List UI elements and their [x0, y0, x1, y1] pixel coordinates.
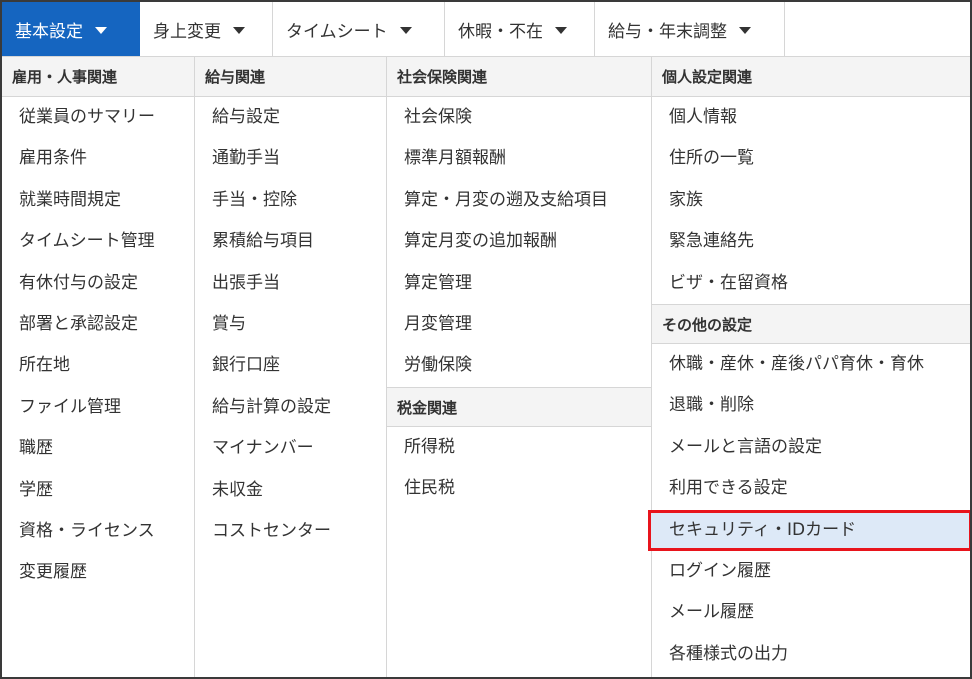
menu-item[interactable]: マイナンバー	[195, 428, 386, 469]
menu-item[interactable]: 各種様式の出力	[652, 634, 970, 675]
chevron-down-icon	[399, 27, 412, 34]
column-personal-settings: 個人設定関連 個人情報 住所の一覧 家族 緊急連絡先 ビザ・在留資格 その他の設…	[648, 57, 970, 677]
chevron-down-icon	[739, 27, 751, 34]
section-header: その他の設定	[652, 303, 970, 344]
menu-item[interactable]: 手当・控除	[195, 180, 386, 221]
menu-item[interactable]: 給与設定	[195, 97, 386, 138]
tab-label: 身上変更	[153, 21, 221, 42]
section-header: 給与関連	[195, 57, 386, 97]
section-header: 個人設定関連	[652, 57, 970, 97]
menu-item[interactable]: 職歴	[2, 428, 194, 469]
menu-item[interactable]: メール履歴	[652, 592, 970, 633]
column-social-insurance: 社会保険関連 社会保険 標準月額報酬 算定・月変の遡及支給項目 算定月変の追加報…	[387, 57, 652, 677]
column-payroll: 給与関連 給与設定 通勤手当 手当・控除 累積給与項目 出張手当 賞与 銀行口座…	[195, 57, 387, 677]
menu-item[interactable]: 給与計算の設定	[195, 387, 386, 428]
menu-item[interactable]: 出張手当	[195, 263, 386, 304]
tab-label: タイムシート	[286, 21, 388, 42]
menu-item[interactable]: 休職・産休・産後パパ育休・育休	[652, 344, 970, 385]
menu-item[interactable]: 資格・ライセンス	[2, 511, 194, 552]
menu-item[interactable]: 標準月額報酬	[387, 138, 651, 179]
menu-item[interactable]: 算定月変の追加報酬	[387, 221, 651, 262]
menu-item[interactable]: 通勤手当	[195, 138, 386, 179]
top-nav: 基本設定 身上変更 タイムシート 休暇・不在 給与・年末調整	[2, 2, 970, 57]
column-employment: 雇用・人事関連 従業員のサマリー 雇用条件 就業時間規定 タイムシート管理 有休…	[2, 57, 195, 677]
tab-personnel-changes[interactable]: 身上変更	[140, 2, 273, 56]
menu-item[interactable]: 雇用条件	[2, 138, 194, 179]
menu-item[interactable]: 従業員のサマリー	[2, 97, 194, 138]
menu-item[interactable]: 賞与	[195, 304, 386, 345]
menu-item[interactable]: 学歴	[2, 470, 194, 511]
menu-item[interactable]: 退職・削除	[652, 385, 970, 426]
menu-item[interactable]: 緊急連絡先	[652, 221, 970, 262]
chevron-down-icon	[233, 27, 245, 34]
tab-payroll-year-end[interactable]: 給与・年末調整	[595, 2, 785, 56]
chevron-down-icon	[95, 27, 107, 34]
menu-item[interactable]: 住民税	[387, 468, 651, 509]
section-header: 税金関連	[387, 386, 651, 427]
menu-item[interactable]: 累積給与項目	[195, 221, 386, 262]
section-header: 社会保険関連	[387, 57, 651, 97]
menu-item[interactable]: 有休付与の設定	[2, 263, 194, 304]
tab-label: 休暇・不在	[458, 21, 543, 42]
tab-label: 基本設定	[15, 21, 83, 42]
menu-item[interactable]: メールと言語の設定	[652, 427, 970, 468]
menu-item[interactable]: 変更履歴	[2, 552, 194, 593]
tab-timesheet[interactable]: タイムシート	[273, 2, 445, 56]
menu-item[interactable]: 利用できる設定	[652, 468, 970, 509]
menu-item[interactable]: 算定管理	[387, 263, 651, 304]
tab-basic-settings[interactable]: 基本設定	[2, 2, 140, 56]
menu-item[interactable]: ビザ・在留資格	[652, 263, 970, 304]
menu-item[interactable]: 所得税	[387, 427, 651, 468]
menu-item[interactable]: 住所の一覧	[652, 138, 970, 179]
section-header: 雇用・人事関連	[2, 57, 194, 97]
menu-item[interactable]: 算定・月変の遡及支給項目	[387, 180, 651, 221]
menu-item[interactable]: コストセンター	[195, 511, 386, 552]
menu-item[interactable]: 労働保険	[387, 345, 651, 386]
menu-item[interactable]: タイムシート管理	[2, 221, 194, 262]
menu-item[interactable]: 月変管理	[387, 304, 651, 345]
menu-item[interactable]: 所在地	[2, 345, 194, 386]
menu-item[interactable]: 未収金	[195, 470, 386, 511]
menu-item[interactable]: 社会保険	[387, 97, 651, 138]
menu-item-security-id-card[interactable]: セキュリティ・IDカード	[648, 509, 970, 551]
menu-item[interactable]: ファイル管理	[2, 387, 194, 428]
tab-label: 給与・年末調整	[608, 21, 727, 42]
chevron-down-icon	[555, 27, 567, 34]
tab-leave-absence[interactable]: 休暇・不在	[445, 2, 595, 56]
settings-mega-menu: 基本設定 身上変更 タイムシート 休暇・不在 給与・年末調整 雇用・人事関連 従…	[0, 0, 972, 679]
menu-item[interactable]: 部署と承認設定	[2, 304, 194, 345]
menu-item[interactable]: 家族	[652, 180, 970, 221]
menu-item[interactable]: 就業時間規定	[2, 180, 194, 221]
menu-item[interactable]: ログイン履歴	[652, 551, 970, 592]
menu-item[interactable]: 個人情報	[652, 97, 970, 138]
menu-item[interactable]: 銀行口座	[195, 345, 386, 386]
